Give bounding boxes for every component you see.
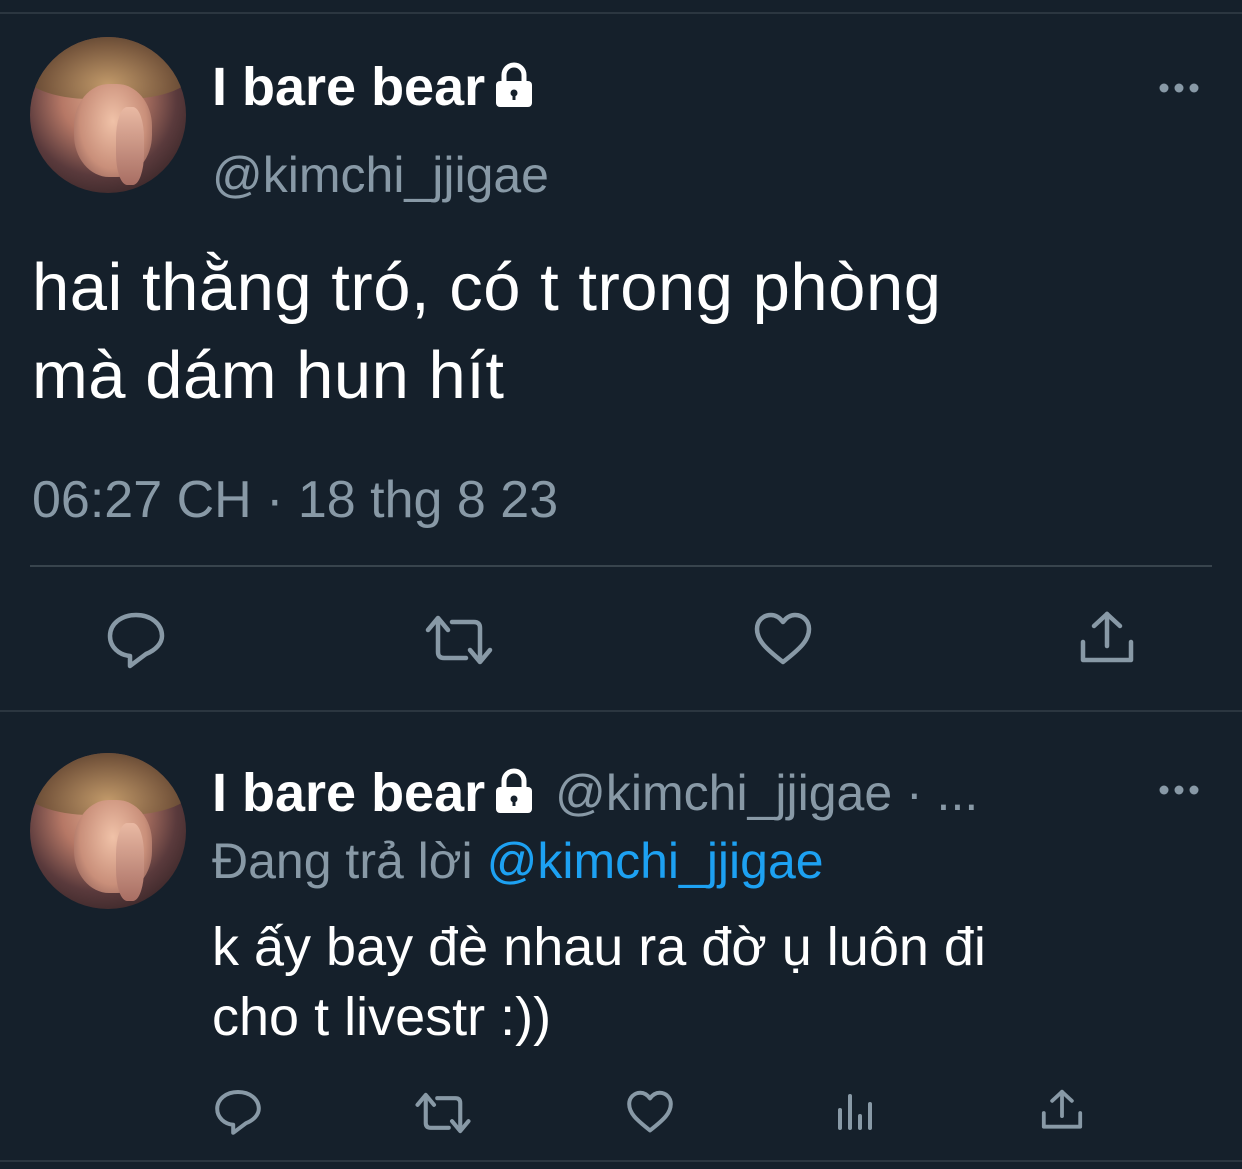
- lock-icon: [493, 62, 535, 113]
- divider: [30, 565, 1212, 567]
- tweet-text-line-2: mà dám hun hít: [32, 338, 505, 413]
- analytics-icon[interactable]: [836, 1090, 876, 1139]
- display-name: I bare bear: [212, 57, 486, 117]
- replying-prefix: Đang trả lời: [212, 833, 473, 889]
- avatar[interactable]: [30, 37, 186, 193]
- reply-text-line-1: k ấy bay đè nhau ra đờ ụ luôn đi: [212, 917, 986, 977]
- top-divider: [0, 12, 1242, 14]
- replying-to: Đang trả lời @kimchi_jjigae: [212, 832, 824, 890]
- author-handle[interactable]: @kimchi_jjigae: [212, 146, 549, 204]
- reply-icon[interactable]: [214, 1088, 262, 1141]
- share-icon[interactable]: [1078, 610, 1136, 671]
- retweet-icon[interactable]: [424, 612, 494, 673]
- heart-icon[interactable]: [753, 612, 813, 671]
- replying-mention-link[interactable]: @kimchi_jjigae: [487, 833, 824, 889]
- retweet-icon[interactable]: [414, 1090, 472, 1141]
- author-name-row[interactable]: I bare bear: [212, 56, 535, 118]
- heart-icon[interactable]: [626, 1090, 674, 1139]
- reply-author-row[interactable]: I bare bear @kimchi_jjigae · ...: [212, 762, 978, 824]
- more-icon[interactable]: [1158, 782, 1200, 803]
- reply-handle[interactable]: @kimchi_jjigae · ...: [555, 764, 978, 822]
- section-divider: [0, 710, 1242, 712]
- more-icon[interactable]: [1158, 80, 1200, 101]
- tweet-text: hai thằng tró, có t trong phòng mà dám h…: [32, 244, 941, 420]
- reply-icon[interactable]: [106, 610, 166, 675]
- timestamp[interactable]: 06:27 CH · 18 thg 8 23: [32, 470, 558, 530]
- bottom-divider: [0, 1160, 1242, 1162]
- reply-avatar[interactable]: [30, 753, 186, 909]
- share-icon[interactable]: [1040, 1088, 1084, 1137]
- reply-text: k ấy bay đè nhau ra đờ ụ luôn đi cho t l…: [212, 912, 986, 1052]
- reply-text-line-2: cho t livestr :)): [212, 987, 552, 1047]
- lock-icon: [493, 768, 535, 819]
- tweet-text-line-1: hai thằng tró, có t trong phòng: [32, 250, 942, 325]
- reply-display-name: I bare bear: [212, 763, 486, 823]
